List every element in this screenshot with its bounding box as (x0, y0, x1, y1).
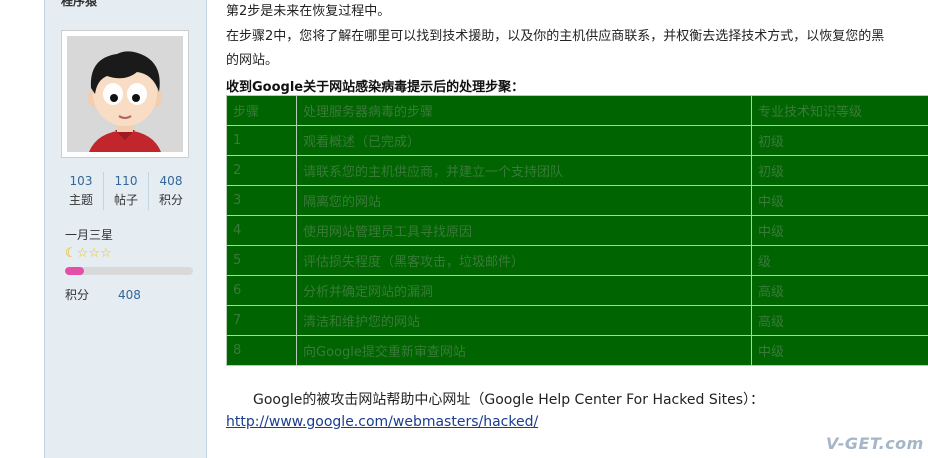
table-cell: 7 (226, 305, 297, 336)
avatar[interactable] (61, 30, 189, 158)
rank-stars: ☾☆☆☆ (65, 246, 112, 262)
help-center-link[interactable]: http://www.google.com/webmasters/hacked/ (226, 414, 538, 430)
help-center-text: Google的被攻击网站帮助中心网址（Google Help Center Fo… (253, 392, 764, 408)
table-cell: 1 (226, 125, 297, 156)
post-content: 第2步是未来在恢复过程中。 在步骤2中，您将了解在哪里可以找到技术援助，以及你的… (226, 0, 928, 458)
stat-label: 帖子 (113, 193, 138, 207)
table-row: 5 评估损失程度（黑客攻击，垃圾邮件）级 (226, 245, 928, 276)
table-cell: 8 (226, 335, 297, 366)
star-icon: ☆ (99, 246, 112, 261)
stat-value[interactable]: 110 (104, 172, 148, 191)
stat-posts[interactable]: 110 帖子 (103, 172, 148, 210)
points-label: 积分 (65, 288, 90, 302)
table-cell: 观看概述（已完成） (296, 125, 752, 156)
paragraph-line: 在步骤2中，您将了解在哪里可以找到技术援助，以及你的主机供应商联系，并权衡去选择… (226, 29, 885, 44)
level-progress-bar (65, 267, 193, 275)
points-value[interactable]: 408 (118, 288, 141, 302)
table-row: 1 观看概述（已完成） 初级 (226, 125, 928, 156)
table-cell: 分析并确定网站的漏洞 (296, 275, 752, 306)
points-row: 积分 408 (65, 286, 141, 303)
paragraph-line: 的网站。 (226, 53, 279, 68)
table-cell: 中级 (751, 185, 928, 216)
table-cell: 隔离您的网站 (296, 185, 752, 216)
table-cell: 6 (226, 275, 297, 306)
stat-topics[interactable]: 103 主题 (59, 172, 103, 210)
table-cell: 5 (226, 245, 297, 276)
table-cell: 高级 (751, 275, 928, 306)
table-cell: 4 (226, 215, 297, 246)
table-cell: 使用网站管理员工具寻找原因 (296, 215, 752, 246)
level-progress-fill (65, 267, 85, 275)
moon-icon: ☾ (65, 246, 77, 261)
table-cell: 高级 (751, 305, 928, 336)
stat-points[interactable]: 408 积分 (148, 172, 193, 210)
table-cell: 中级 (751, 215, 928, 246)
table-row: 3 隔离您的网站 中级 (226, 185, 928, 216)
table-row: 8 向Google提交重新审查网站 中级 (226, 335, 928, 366)
table-cell: 3 (226, 185, 297, 216)
table-cell: 中级 (751, 335, 928, 366)
section-heading: 收到Google关于网站感染病毒提示后的处理步聚： (226, 80, 525, 95)
table-row: 2 请联系您的主机供应商，并建立一个支持团队 初级 (226, 155, 928, 186)
username[interactable]: 程序猿 (61, 0, 97, 9)
table-cell: 评估损失程度（黑客攻击，垃圾邮件） (296, 245, 752, 276)
table-cell: 清洁和维护您的网站 (296, 305, 752, 336)
stat-label: 积分 (158, 193, 183, 207)
table-cell: 初级 (751, 155, 928, 186)
star-icon: ☆ (88, 246, 100, 261)
stat-label: 主题 (68, 193, 93, 207)
table-row: 6 分析并确定网站的漏洞 高级 (226, 275, 928, 306)
table-cell: 向Google提交重新审查网站 (296, 335, 752, 366)
watermark-logo: V-GET.com (826, 434, 924, 453)
table-cell: 初级 (751, 125, 928, 156)
table-header-cell: 步骤 (226, 95, 297, 126)
table-cell: 请联系您的主机供应商，并建立一个支持团队 (296, 155, 752, 186)
steps-table: 步骤 处理服务器病毒的步骤 专业技术知识等级 1 观看概述（已完成） 初级 2 请联系您… (226, 95, 928, 366)
table-cell: 2 (226, 155, 297, 186)
table-header-cell: 专业技术知识等级 (751, 95, 928, 126)
avatar-image (67, 36, 183, 152)
table-header-cell: 处理服务器病毒的步骤 (296, 95, 752, 126)
stat-value[interactable]: 103 (59, 172, 103, 191)
user-rank[interactable]: 一月三星 (65, 226, 113, 243)
table-row: 4 使用网站管理员工具寻找原因 中级 (226, 215, 928, 246)
user-sidebar: 程序猿 103 主题 110 帖子 408 积分 一月三星 ☾☆☆☆ 积分 40… (44, 0, 207, 458)
table-cell: 级 (751, 245, 928, 276)
cartoon-avatar-icon (67, 36, 183, 152)
stat-value[interactable]: 408 (149, 172, 193, 191)
table-header-row: 步骤 处理服务器病毒的步骤 专业技术知识等级 (226, 95, 928, 126)
user-stats: 103 主题 110 帖子 408 积分 (59, 172, 193, 210)
table-row: 7 清洁和维护您的网站 高级 (226, 305, 928, 336)
star-icon: ☆ (76, 246, 89, 261)
paragraph-line: 第2步是未来在恢复过程中。 (226, 4, 391, 19)
